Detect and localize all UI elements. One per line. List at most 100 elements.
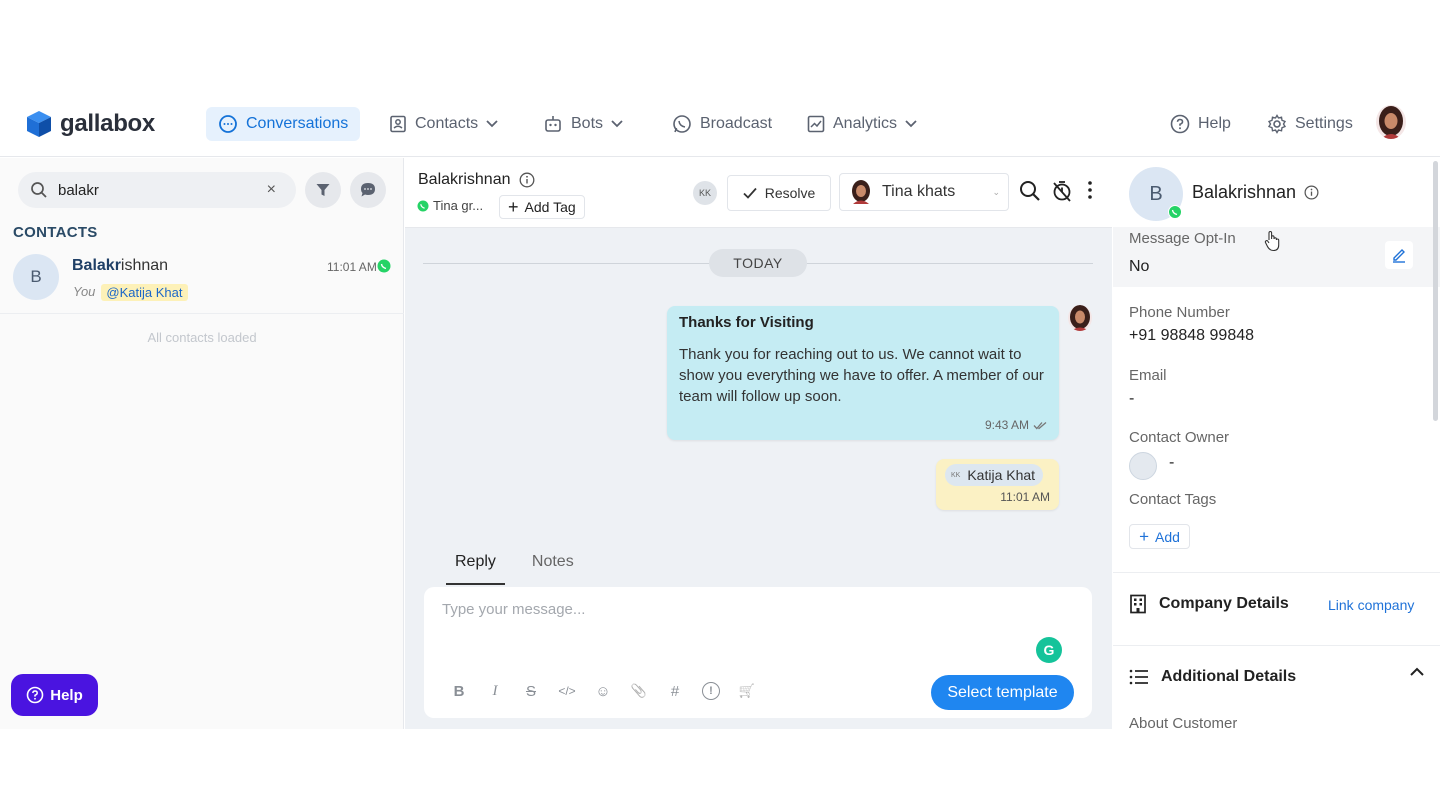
chat-bubble-icon xyxy=(219,115,237,133)
assignee-avatar-icon xyxy=(852,180,870,204)
contacts-section-title: CONTACTS xyxy=(13,224,98,241)
building-icon xyxy=(1130,594,1146,614)
tab-reply[interactable]: Reply xyxy=(446,545,505,585)
info-icon[interactable] xyxy=(519,172,535,188)
add-tag-button[interactable]: + Add Tag xyxy=(499,195,585,219)
code-icon[interactable]: </> xyxy=(558,682,576,700)
owner-value: - xyxy=(1169,454,1175,471)
snooze-timer-icon[interactable] xyxy=(1052,180,1072,202)
nav-analytics-label: Analytics xyxy=(833,115,898,132)
help-circle-icon xyxy=(26,686,44,704)
whatsapp-icon xyxy=(1168,205,1182,219)
cart-icon[interactable]: 🛒 xyxy=(738,682,756,700)
hashtag-icon[interactable]: # xyxy=(666,682,684,700)
conversation-pane: Balakrishnan Tina gr... + Add Tag KK Res… xyxy=(405,158,1112,729)
conversation-header: Balakrishnan Tina gr... + Add Tag KK Res… xyxy=(405,158,1112,228)
channel-info: Tina gr... xyxy=(417,198,483,213)
message-body: Thank you for reaching out to us. We can… xyxy=(679,346,1044,405)
nav-conversations[interactable]: Conversations xyxy=(206,107,361,141)
chart-icon xyxy=(807,115,825,133)
help-floating-button[interactable]: Help xyxy=(11,674,98,716)
info-icon[interactable] xyxy=(1304,185,1319,200)
section-divider xyxy=(1113,572,1440,573)
clear-search-icon[interactable]: × xyxy=(267,181,276,199)
company-details-header[interactable]: Company Details xyxy=(1129,594,1289,614)
contact-avatar: B xyxy=(13,254,59,300)
plus-icon: + xyxy=(508,197,519,217)
bold-icon[interactable]: B xyxy=(450,682,468,700)
mention-chip[interactable]: KK Katija Khat xyxy=(945,464,1044,486)
nav-settings[interactable]: Settings xyxy=(1255,107,1365,141)
sender-avatar xyxy=(1068,305,1092,331)
top-navigation: gallabox Conversations Contacts Bots Bro… xyxy=(0,97,1440,157)
mention-name: Katija Khat xyxy=(967,467,1036,483)
message-composer: G B I S </> ☺ 📎 # ! 🛒 Select template xyxy=(424,587,1092,718)
tab-notes[interactable]: Notes xyxy=(523,545,583,585)
assignee-name: Tina khats xyxy=(882,183,956,200)
contact-list-item[interactable]: B Balakrishnan 11:01 AM You @Katija Khat xyxy=(0,248,404,314)
nav-bots[interactable]: Bots xyxy=(531,107,635,141)
nav-bots-label: Bots xyxy=(571,115,604,132)
conversation-contact-name[interactable]: Balakrishnan xyxy=(418,171,535,189)
user-photo-icon xyxy=(1376,105,1406,139)
search-input[interactable] xyxy=(58,181,248,199)
check-icon xyxy=(743,187,757,199)
alert-circle-icon[interactable]: ! xyxy=(702,682,720,700)
note-time: 11:01 AM xyxy=(1000,490,1050,504)
attachment-icon[interactable]: 📎 xyxy=(630,682,648,700)
channel-name: Tina gr... xyxy=(433,198,484,213)
nav-broadcast-label: Broadcast xyxy=(700,115,773,132)
brand-name: gallabox xyxy=(60,110,155,137)
whatsapp-icon xyxy=(377,259,391,273)
nav-contacts[interactable]: Contacts xyxy=(377,107,510,141)
tags-label: Contact Tags xyxy=(1129,491,1217,508)
select-template-button[interactable]: Select template xyxy=(931,675,1074,710)
resolve-button[interactable]: Resolve xyxy=(727,175,831,211)
more-vertical-icon[interactable] xyxy=(1087,180,1093,200)
new-chat-button[interactable] xyxy=(350,172,386,208)
details-name-text: Balakrishnan xyxy=(1192,182,1297,202)
mention-tag: @Katija Khat xyxy=(101,284,188,301)
additional-details-header[interactable]: Additional Details xyxy=(1129,668,1296,686)
add-tag-label: Add Tag xyxy=(524,199,576,215)
filter-button[interactable] xyxy=(305,172,341,208)
grammarly-icon[interactable]: G xyxy=(1036,637,1062,663)
italic-icon[interactable]: I xyxy=(486,682,504,700)
strikethrough-icon[interactable]: S xyxy=(522,682,540,700)
hand-cursor-icon xyxy=(1264,230,1280,252)
email-label: Email xyxy=(1129,367,1167,384)
link-company-link[interactable]: Link company xyxy=(1328,597,1414,613)
message-icon xyxy=(361,183,375,197)
all-loaded-text: All contacts loaded xyxy=(147,330,257,345)
plus-icon: + xyxy=(1139,526,1149,546)
app-window: gallabox Conversations Contacts Bots Bro… xyxy=(0,97,1440,729)
whatsapp-icon xyxy=(673,115,691,133)
help-circle-icon xyxy=(1170,114,1190,134)
company-details-label: Company Details xyxy=(1159,595,1289,612)
edit-optin-button[interactable] xyxy=(1385,241,1413,269)
brand-logo[interactable]: gallabox xyxy=(26,110,155,138)
add-tag-button[interactable]: + Add xyxy=(1129,524,1190,549)
nav-settings-label: Settings xyxy=(1295,115,1353,132)
internal-note-message: KK Katija Khat 11:01 AM xyxy=(936,459,1059,510)
emoji-icon[interactable]: ☺ xyxy=(594,682,612,700)
chevron-up-icon[interactable] xyxy=(1410,667,1424,676)
last-message-sender: You xyxy=(73,284,96,299)
double-check-icon xyxy=(1033,421,1047,429)
nav-conversations-label: Conversations xyxy=(246,115,349,132)
user-avatar[interactable] xyxy=(1376,105,1406,139)
pencil-icon xyxy=(1393,249,1405,263)
chevron-down-icon: ⌄ xyxy=(992,187,1000,197)
message-input[interactable] xyxy=(442,601,1002,631)
nav-broadcast[interactable]: Broadcast xyxy=(660,107,784,141)
details-scrollbar[interactable] xyxy=(1433,161,1438,421)
additional-details-label: Additional Details xyxy=(1161,668,1297,685)
nav-contacts-label: Contacts xyxy=(415,115,479,132)
nav-help[interactable]: Help xyxy=(1158,107,1243,141)
search-icon xyxy=(31,182,47,198)
nav-analytics[interactable]: Analytics xyxy=(795,107,929,141)
assignee-select[interactable]: Tina khats ⌄ xyxy=(839,173,1009,211)
composer-tabs: Reply Notes xyxy=(446,545,601,585)
search-icon[interactable] xyxy=(1019,180,1041,202)
section-divider xyxy=(1113,645,1440,646)
